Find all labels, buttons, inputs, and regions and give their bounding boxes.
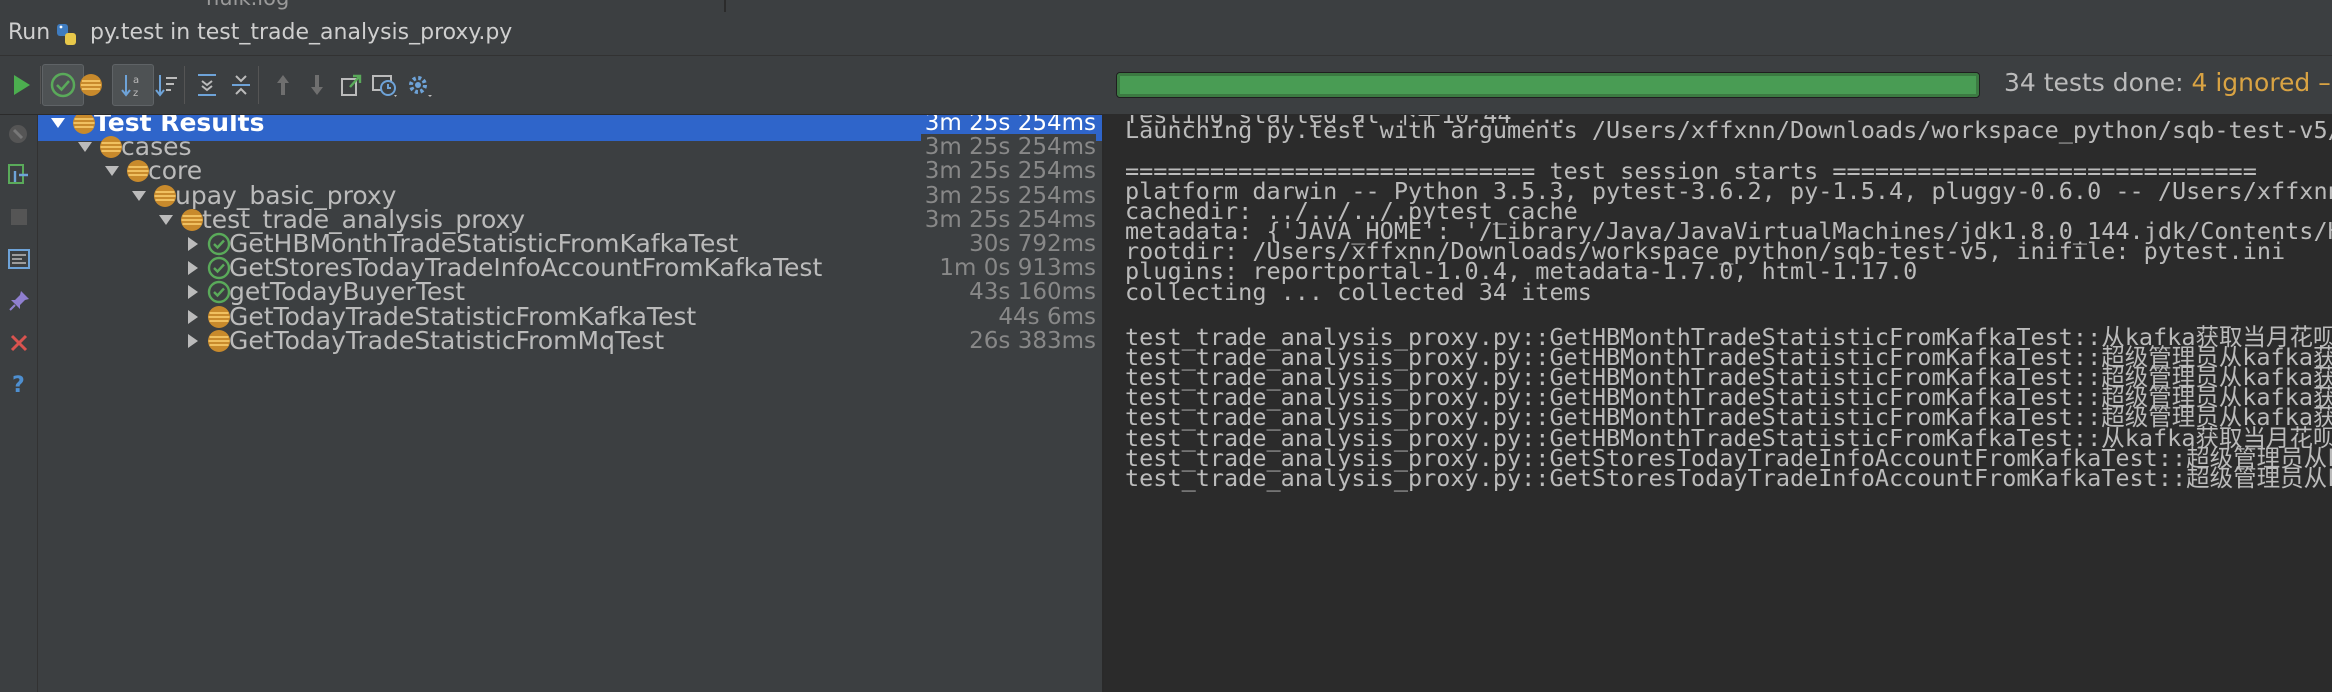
run-side-toolbar: ? <box>0 115 38 692</box>
tree-row-name: GetTodayTradeStatisticFromMqTest <box>229 325 665 355</box>
auto-test-icon <box>8 164 28 184</box>
svg-text:a: a <box>133 75 139 86</box>
export-icon <box>341 74 362 96</box>
sort-duration-icon <box>155 75 177 97</box>
toolbar-separator <box>184 66 185 104</box>
sort-by-duration-toggle[interactable] <box>146 64 188 106</box>
layout-button[interactable] <box>3 243 35 275</box>
toolbar-separator <box>258 66 259 104</box>
console-line: test_trade_analysis_proxy.py::GetStoresT… <box>1125 463 2332 492</box>
close-icon <box>10 334 28 352</box>
tab-strip-divider <box>724 0 726 12</box>
rerun-button[interactable] <box>0 64 42 106</box>
pin-icon <box>9 291 29 311</box>
show-ignored-icon <box>80 74 102 96</box>
run-config-title[interactable]: py.test in test_trade_analysis_proxy.py <box>90 20 512 45</box>
test-results-tree[interactable]: Test Results 3m 25s 254ms cases 3m 25s 254m… <box>38 115 1102 692</box>
test-progress-bar <box>1116 72 1980 98</box>
stop-rerun-button[interactable] <box>3 119 35 151</box>
run-icon <box>14 75 30 95</box>
console-line: Launching py.test with arguments /Users/… <box>1125 116 2332 145</box>
editor-tab-hulk-log[interactable]: hulk.log <box>206 0 289 12</box>
test-status-summary: 34 tests done: 4 ignored – <box>2004 68 2331 97</box>
tree-row-duration: 26s 383ms <box>965 327 1096 354</box>
toggle-auto-test-button[interactable] <box>3 159 35 191</box>
svg-text:z: z <box>133 88 138 99</box>
ignored-count: 4 ignored – <box>2183 68 2331 97</box>
collapse-all-icon <box>232 75 250 95</box>
help-icon: ? <box>12 373 25 396</box>
import-icon <box>372 75 397 97</box>
console-output[interactable]: /Users/xffxnn/.pyenv/versions/env353/bin… <box>1104 115 2332 692</box>
show-ignored-toggle[interactable] <box>70 64 112 106</box>
next-failed-icon <box>311 75 323 95</box>
stop-icon <box>11 209 27 225</box>
expand-all-icon <box>198 74 216 96</box>
sort-alpha-icon: az <box>121 75 139 99</box>
svg-text:?: ? <box>12 373 25 396</box>
test-progress-fill <box>1117 73 1979 97</box>
editor-tab-strip: hulk.log <box>0 0 2332 12</box>
expand-arrow-right-icon[interactable] <box>183 331 203 351</box>
stop-button[interactable] <box>3 201 35 233</box>
python-icon <box>57 24 76 45</box>
pin-tab-button[interactable] <box>3 285 35 317</box>
tree-row[interactable]: GetTodayTradeStatisticFromMqTest 26s 383m… <box>38 323 1102 359</box>
close-button[interactable] <box>3 327 35 359</box>
layout-icon <box>8 249 30 269</box>
help-button[interactable]: ? <box>3 367 35 399</box>
tests-done-count: 34 tests done: <box>2004 68 2184 97</box>
run-label: Run <box>8 20 51 45</box>
run-title-bar: Run py.test in test_trade_analysis_proxy… <box>0 12 2332 56</box>
settings-icon <box>409 76 432 97</box>
collapse-all-button[interactable] <box>220 64 262 106</box>
rerun-failed-icon <box>9 125 27 143</box>
toolbar-separator <box>40 66 41 104</box>
console-line: collecting ... collected 34 items <box>1125 277 1592 306</box>
prev-failed-icon <box>277 75 289 95</box>
test-settings-button[interactable] <box>398 64 440 106</box>
